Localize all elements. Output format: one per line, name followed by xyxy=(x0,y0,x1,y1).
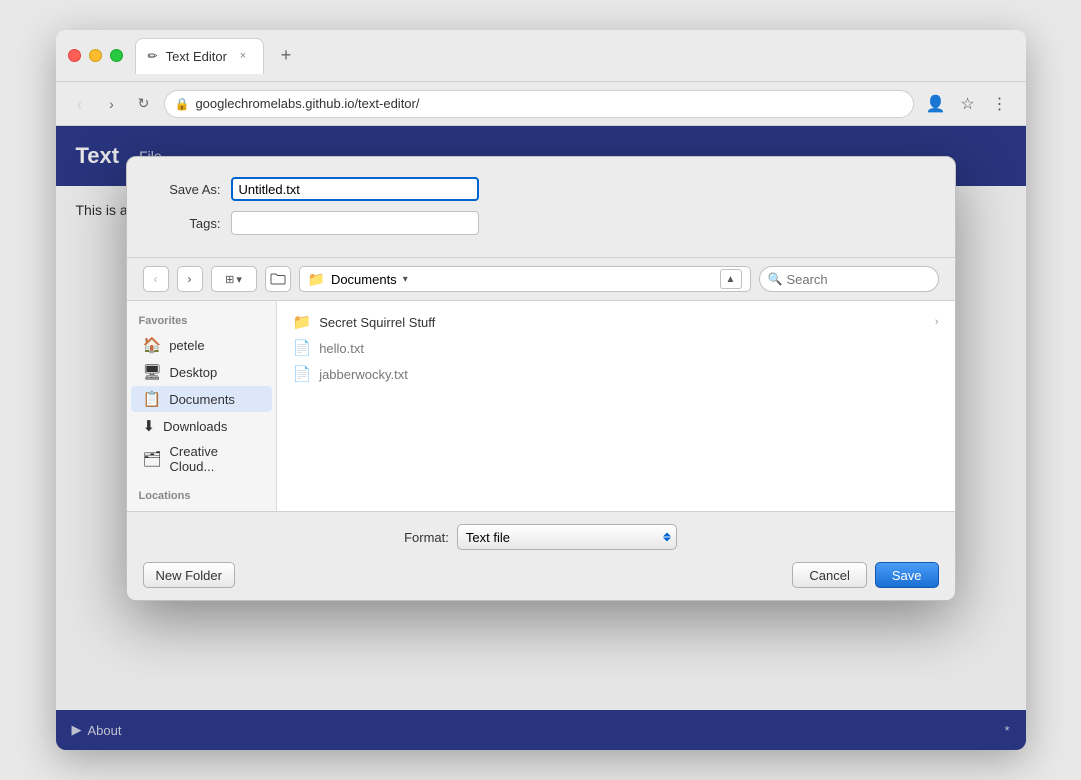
tab-close-button[interactable]: × xyxy=(235,48,251,64)
browser-actions: 👤 ☆ ⋮ xyxy=(922,90,1014,118)
dialog-overlay: Save As: Tags: ‹ › ⊞ ▾ xyxy=(56,126,1026,750)
cancel-button[interactable]: Cancel xyxy=(792,562,866,588)
toolbar-new-folder-button[interactable] xyxy=(265,266,291,292)
maximize-window-button[interactable] xyxy=(110,49,123,62)
format-select-wrapper: Text file HTML file Markdown xyxy=(457,524,677,550)
dialog-buttons: New Folder Cancel Save xyxy=(143,562,939,588)
page-content: Text File This is a n Save As: Tags: xyxy=(56,126,1026,750)
sidebar-item-label-documents: Documents xyxy=(169,392,235,407)
favorites-label: Favorites xyxy=(127,311,276,331)
folder-icon-secret: 📁 xyxy=(293,313,312,331)
toolbar-back-button[interactable]: ‹ xyxy=(143,266,169,292)
save-as-label: Save As: xyxy=(151,182,221,197)
forward-button[interactable]: › xyxy=(100,92,124,116)
location-bar[interactable]: 📁 Documents ▾ ▲ xyxy=(299,266,751,292)
traffic-lights xyxy=(68,49,123,62)
toolbar-forward-button[interactable]: › xyxy=(177,266,203,292)
sidebar-item-petele[interactable]: 🏠 petele xyxy=(131,332,272,358)
dialog-footer: Format: Text file HTML file Markdown xyxy=(127,511,955,600)
chevron-right-icon: › xyxy=(935,316,939,328)
tags-label: Tags: xyxy=(151,216,221,231)
back-button[interactable]: ‹ xyxy=(68,92,92,116)
browser-window: ✏ Text Editor × + ‹ › ↻ 🔒 googlechromela… xyxy=(56,30,1026,750)
refresh-button[interactable]: ↻ xyxy=(132,92,156,116)
menu-icon[interactable]: ⋮ xyxy=(986,90,1014,118)
sidebar-item-creative-cloud[interactable]: 🗂 Creative Cloud... xyxy=(131,440,272,478)
dialog-sidebar: Favorites 🏠 petele 🖥 Desktop 📋 Documents xyxy=(127,301,277,511)
txt-icon-hello: 📄 xyxy=(293,339,312,357)
location-up-button[interactable]: ▲ xyxy=(720,269,742,289)
dialog-header: Save As: Tags: xyxy=(127,157,955,258)
location-chevron-icon: ▾ xyxy=(403,274,408,285)
home-icon: 🏠 xyxy=(143,336,162,354)
downloads-icon: ⬇ xyxy=(143,417,156,435)
format-select[interactable]: Text file HTML file Markdown xyxy=(457,524,677,550)
file-item-jabberwocky[interactable]: 📄 jabberwocky.txt xyxy=(277,361,955,387)
sidebar-item-downloads[interactable]: ⬇ Downloads xyxy=(131,413,272,439)
address-bar: ‹ › ↻ 🔒 googlechromelabs.github.io/text-… xyxy=(56,82,1026,126)
files-area: 📁 Secret Squirrel Stuff › 📄 hello.txt 📄 … xyxy=(277,301,955,511)
location-text: Documents xyxy=(331,272,397,287)
sidebar-item-label-creative-cloud: Creative Cloud... xyxy=(170,444,260,474)
new-folder-button[interactable]: New Folder xyxy=(143,562,235,588)
file-name-jabberwocky: jabberwocky.txt xyxy=(319,367,408,382)
txt-icon-jabberwocky: 📄 xyxy=(293,365,312,383)
format-row: Format: Text file HTML file Markdown xyxy=(143,524,939,550)
url-bar[interactable]: 🔒 googlechromelabs.github.io/text-editor… xyxy=(164,90,914,118)
file-name-hello: hello.txt xyxy=(319,341,364,356)
creative-cloud-icon: 🗂 xyxy=(143,450,162,468)
sidebar-item-desktop[interactable]: 🖥 Desktop xyxy=(131,359,272,385)
sidebar-item-icloud[interactable]: ☁ iCloud Drive xyxy=(131,507,272,511)
dialog-body: Favorites 🏠 petele 🖥 Desktop 📋 Documents xyxy=(127,301,955,511)
file-item-secret-squirrel[interactable]: 📁 Secret Squirrel Stuff › xyxy=(277,309,955,335)
desktop-icon: 🖥 xyxy=(143,363,162,381)
tab-bar: ✏ Text Editor × + xyxy=(135,38,1014,74)
sidebar-item-label-downloads: Downloads xyxy=(163,419,227,434)
tags-input[interactable] xyxy=(231,211,479,235)
star-icon[interactable]: ☆ xyxy=(954,90,982,118)
save-as-input[interactable] xyxy=(231,177,479,201)
locations-label: Locations xyxy=(127,486,276,506)
view-button[interactable]: ⊞ ▾ xyxy=(211,266,257,292)
format-label: Format: xyxy=(404,530,449,545)
minimize-window-button[interactable] xyxy=(89,49,102,62)
close-window-button[interactable] xyxy=(68,49,81,62)
action-buttons: Cancel Save xyxy=(792,562,938,588)
view-chevron: ▾ xyxy=(236,273,242,286)
file-name-secret-squirrel: Secret Squirrel Stuff xyxy=(319,315,435,330)
save-as-field: Save As: xyxy=(151,177,931,201)
tags-field: Tags: xyxy=(151,211,931,235)
sidebar-item-documents[interactable]: 📋 Documents xyxy=(131,386,272,412)
active-tab[interactable]: ✏ Text Editor × xyxy=(135,38,264,74)
search-icon: 🔍 xyxy=(768,272,783,286)
url-text: googlechromelabs.github.io/text-editor/ xyxy=(195,96,419,111)
title-bar: ✏ Text Editor × + xyxy=(56,30,1026,82)
documents-icon: 📋 xyxy=(143,390,162,408)
save-button[interactable]: Save xyxy=(875,562,939,588)
dialog-toolbar: ‹ › ⊞ ▾ 📁 Documents xyxy=(127,258,955,301)
sidebar-item-label-desktop: Desktop xyxy=(170,365,218,380)
lock-icon: 🔒 xyxy=(175,97,190,111)
file-item-hello[interactable]: 📄 hello.txt xyxy=(277,335,955,361)
sidebar-item-label-petele: petele xyxy=(169,338,204,353)
account-icon[interactable]: 👤 xyxy=(922,90,950,118)
search-field: 🔍 xyxy=(759,266,939,292)
location-inner: 📁 Documents ▾ xyxy=(308,271,408,288)
location-folder-icon: 📁 xyxy=(308,271,325,288)
view-icon: ⊞ xyxy=(225,273,234,286)
tab-icon: ✏ xyxy=(148,49,158,63)
tab-title: Text Editor xyxy=(166,49,227,64)
save-dialog: Save As: Tags: ‹ › ⊞ ▾ xyxy=(126,156,956,601)
search-input[interactable] xyxy=(786,272,929,287)
new-tab-button[interactable]: + xyxy=(272,42,300,70)
